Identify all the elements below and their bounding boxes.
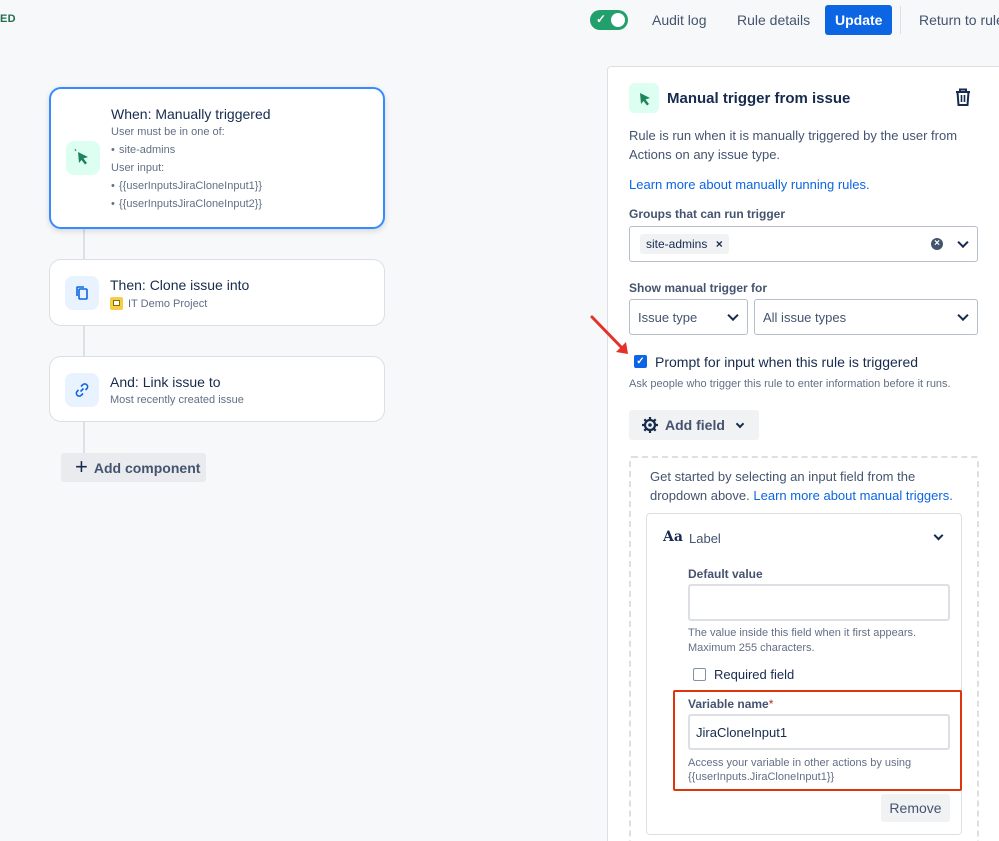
chevron-down-icon <box>957 309 969 322</box>
update-button[interactable]: Update <box>825 5 893 35</box>
issue-type-select-value: Issue type <box>638 309 698 325</box>
trigger-groups-label: User must be in one of: <box>111 126 225 138</box>
chevron-down-icon <box>957 236 969 249</box>
link-issue-card[interactable]: And: Link issue to Most recently created… <box>49 356 385 422</box>
red-arrow-annotation <box>590 315 628 354</box>
trigger-group-item: site-admins <box>111 144 175 156</box>
check-icon: ✓ <box>596 12 607 26</box>
groups-field-label: Groups that can run trigger <box>629 207 786 221</box>
required-field-checkbox[interactable] <box>693 668 706 681</box>
flow-connector <box>83 228 85 260</box>
get-started-text: Get started by selecting an input field … <box>650 469 916 484</box>
link-icon <box>65 373 99 407</box>
issue-types-select[interactable]: All issue types <box>754 299 978 335</box>
audit-log-button[interactable]: Audit log <box>642 5 716 35</box>
gear-icon <box>642 417 658 433</box>
add-component-label: Add component <box>93 459 201 476</box>
show-trigger-field-label: Show manual trigger for <box>629 281 768 295</box>
clear-selection-icon[interactable]: × <box>931 238 943 250</box>
clone-project-name: IT Demo Project <box>128 297 208 310</box>
default-value-input[interactable] <box>688 584 950 621</box>
panel-description: Actions on any issue type. <box>629 147 781 162</box>
text-field-type-icon: Aa <box>663 529 683 545</box>
groups-select[interactable]: site-admins × × <box>629 226 978 262</box>
flow-connector <box>83 421 85 454</box>
default-value-help: Maximum 255 characters. <box>688 642 815 654</box>
prompt-input-help: Ask people who trigger this rule to ente… <box>629 378 951 390</box>
prompt-input-label: Prompt for input when this rule is trigg… <box>655 354 919 370</box>
panel-description: Rule is run when it is manually triggere… <box>629 128 958 143</box>
link-title: And: Link issue to <box>110 374 221 390</box>
issue-type-select[interactable]: Issue type <box>629 299 748 335</box>
learn-more-manual-triggers-link[interactable]: Learn more about manual triggers. <box>753 488 952 503</box>
remove-tag-icon[interactable]: × <box>716 237 723 251</box>
project-avatar-icon <box>110 297 123 310</box>
add-field-button[interactable]: Add field <box>629 410 759 440</box>
trigger-card[interactable]: When: Manually triggered User must be in… <box>49 87 385 229</box>
toolbar-divider <box>900 6 901 34</box>
add-component-button[interactable]: + Add component <box>61 453 206 482</box>
copy-icon <box>65 276 99 310</box>
link-subtitle: Most recently created issue <box>110 394 244 406</box>
add-field-label: Add field <box>665 417 725 433</box>
chevron-down-icon <box>727 309 739 322</box>
flow-connector <box>83 325 85 357</box>
field-type-label: Label <box>689 531 721 546</box>
default-value-label: Default value <box>688 567 763 581</box>
return-to-rules-button[interactable]: Return to rule <box>909 5 999 35</box>
trigger-input-label: User input: <box>111 162 165 174</box>
plus-icon: + <box>75 453 88 479</box>
trash-icon[interactable] <box>952 86 974 108</box>
default-value-help: The value inside this field when it firs… <box>688 627 917 639</box>
group-tag: site-admins × <box>640 234 729 254</box>
issue-types-select-value: All issue types <box>763 309 847 325</box>
rule-status-label: ED <box>0 13 16 25</box>
cursor-click-icon <box>66 141 100 175</box>
group-tag-label: site-admins <box>646 237 708 251</box>
prompt-input-checkbox[interactable]: ✓ <box>634 355 647 368</box>
red-highlight-annotation <box>673 690 962 791</box>
trigger-title: When: Manually triggered <box>111 106 271 122</box>
trigger-input-item: {{userInputsJiraCloneInput1}} <box>111 180 262 192</box>
clone-title: Then: Clone issue into <box>110 277 250 293</box>
rule-enabled-toggle[interactable]: ✓ <box>590 10 628 30</box>
required-field-label: Required field <box>714 667 795 682</box>
rule-details-button[interactable]: Rule details <box>727 5 820 35</box>
get-started-text: dropdown above. <box>650 488 750 503</box>
chevron-down-icon <box>735 419 745 428</box>
cursor-click-icon <box>629 83 659 113</box>
clone-issue-card[interactable]: Then: Clone issue into IT Demo Project <box>49 259 385 326</box>
learn-more-manual-rules-link[interactable]: Learn more about manually running rules. <box>629 177 870 192</box>
trigger-input-item: {{userInputsJiraCloneInput2}} <box>111 198 262 210</box>
remove-field-button[interactable]: Remove <box>881 794 950 822</box>
panel-title: Manual trigger from issue <box>667 90 851 107</box>
toggle-knob <box>611 13 625 27</box>
